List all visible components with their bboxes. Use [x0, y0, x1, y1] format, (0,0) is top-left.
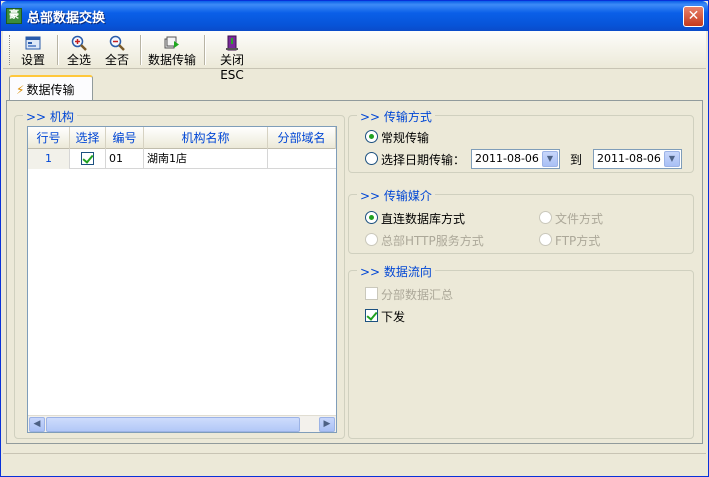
- ftp-mode-radio[interactable]: [539, 233, 552, 246]
- zoom-out-icon: [109, 35, 125, 51]
- col-header-domain[interactable]: 分部域名: [268, 127, 336, 149]
- select-all-label: 全选: [66, 53, 91, 67]
- transfer-button[interactable]: 数据传输: [145, 33, 199, 67]
- media-title: >> 传输媒介: [357, 187, 435, 204]
- chevron-down-icon[interactable]: ▼: [542, 151, 558, 167]
- select-cell: [70, 149, 106, 169]
- media-group: >> 传输媒介 直连数据库方式 文件方式 总部HTTP服务方式 FTP方式: [348, 187, 694, 254]
- col-header-select[interactable]: 选择: [70, 127, 106, 149]
- close-esc-button[interactable]: 关闭ESC: [209, 33, 255, 82]
- tab-data-transfer[interactable]: ⚡ 数据传输: [9, 75, 93, 101]
- flow-title: >> 数据流向: [357, 263, 435, 280]
- download-checkbox[interactable]: [365, 309, 378, 322]
- from-date-value: 2011-08-06: [475, 152, 539, 165]
- direct-db-label[interactable]: 直连数据库方式: [381, 210, 465, 227]
- status-bar: [3, 453, 706, 475]
- window-title: 总部数据交换: [27, 11, 106, 26]
- toolbar: 设置 全选 全否 数据传输 关闭ESC: [3, 31, 706, 82]
- lightning-icon: ⚡: [16, 83, 25, 97]
- summary-label[interactable]: 分部数据汇总: [381, 286, 453, 303]
- toolbar-separator: [57, 35, 59, 65]
- file-mode-radio[interactable]: [539, 211, 552, 224]
- toolbar-grip[interactable]: [9, 35, 12, 65]
- main-window: 豪 总部数据交换 ✕ 设置 全选 全否 数据传输 关闭ESC ⚡ 数据传输 >>…: [0, 0, 709, 477]
- to-date-picker[interactable]: 2011-08-06 ▼: [593, 149, 682, 169]
- transfer-mode-group: >> 传输方式 常规传输 选择日期传输： 2011-08-06 ▼ 到 2011…: [348, 108, 694, 173]
- http-mode-radio[interactable]: [365, 233, 378, 246]
- tab-strip: ⚡ 数据传输: [6, 75, 703, 101]
- select-all-button[interactable]: 全选: [63, 33, 95, 67]
- from-date-picker[interactable]: 2011-08-06 ▼: [471, 149, 560, 169]
- org-grid: 行号 选择 编号 机构名称 分部域名 1 01 湖南1店 ◀ ▶: [27, 126, 337, 433]
- close-window-button[interactable]: ✕: [683, 6, 704, 27]
- settings-label: 设置: [20, 53, 45, 67]
- select-none-button[interactable]: 全否: [101, 33, 133, 67]
- direct-db-radio[interactable]: [365, 211, 378, 224]
- scroll-right-button[interactable]: ▶: [319, 417, 335, 432]
- normal-transfer-radio[interactable]: [365, 130, 378, 143]
- http-mode-label[interactable]: 总部HTTP服务方式: [381, 232, 484, 249]
- tab-label: 数据传输: [26, 83, 75, 97]
- title-bar[interactable]: 豪 总部数据交换 ✕: [1, 1, 708, 31]
- ftp-mode-label[interactable]: FTP方式: [555, 232, 600, 249]
- horizontal-scrollbar[interactable]: ◀ ▶: [28, 415, 336, 432]
- name-cell: 湖南1店: [144, 149, 268, 169]
- summary-checkbox[interactable]: [365, 287, 378, 300]
- date-transfer-radio[interactable]: [365, 152, 378, 165]
- date-transfer-label[interactable]: 选择日期传输：: [381, 151, 465, 168]
- row-select-checkbox[interactable]: [81, 152, 94, 165]
- transfer-label: 数据传输: [147, 53, 196, 67]
- scroll-thumb[interactable]: [46, 417, 300, 432]
- row-number-cell: 1: [28, 149, 70, 169]
- select-none-label: 全否: [104, 53, 129, 67]
- org-group-title: >> 机构: [23, 108, 77, 125]
- tab-panel: >> 机构 行号 选择 编号 机构名称 分部域名 1 01 湖南1店 ◀ ▶ >…: [6, 100, 703, 444]
- flow-group: >> 数据流向 分部数据汇总 下发: [348, 263, 694, 439]
- download-label[interactable]: 下发: [381, 308, 405, 325]
- settings-button[interactable]: 设置: [17, 33, 49, 67]
- file-mode-label[interactable]: 文件方式: [555, 210, 603, 227]
- zoom-in-icon: [71, 35, 87, 51]
- domain-cell: [268, 149, 336, 169]
- toolbar-separator: [140, 35, 142, 65]
- transfer-mode-title: >> 传输方式: [357, 108, 435, 125]
- to-date-value: 2011-08-06: [597, 152, 661, 165]
- chevron-down-icon[interactable]: ▼: [664, 151, 680, 167]
- app-icon: 豪: [6, 8, 22, 24]
- scroll-left-button[interactable]: ◀: [29, 417, 45, 432]
- code-cell: 01: [106, 149, 144, 169]
- grid-header: 行号 选择 编号 机构名称 分部域名: [28, 127, 336, 149]
- transfer-icon: [164, 36, 179, 49]
- toolbar-separator: [204, 35, 206, 65]
- to-label: 到: [570, 153, 583, 167]
- exit-door-icon: [226, 35, 238, 51]
- normal-transfer-label[interactable]: 常规传输: [381, 129, 429, 146]
- col-header-code[interactable]: 编号: [106, 127, 144, 149]
- org-group: >> 机构 行号 选择 编号 机构名称 分部域名 1 01 湖南1店 ◀ ▶: [14, 108, 345, 439]
- col-header-name[interactable]: 机构名称: [144, 127, 268, 149]
- settings-icon: [25, 36, 41, 50]
- col-header-row-number[interactable]: 行号: [28, 127, 70, 149]
- table-row[interactable]: 1 01 湖南1店: [28, 149, 336, 169]
